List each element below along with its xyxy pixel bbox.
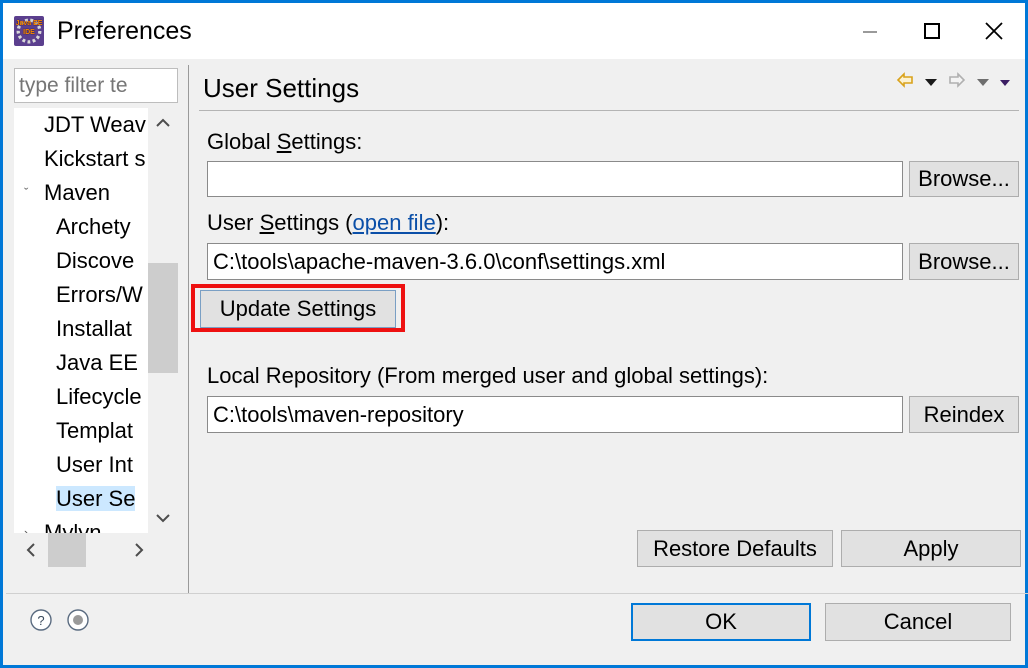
footer-separator xyxy=(6,593,1028,594)
sidebar-item-label: Maven xyxy=(44,180,111,205)
chevron-up-icon xyxy=(156,118,170,127)
global-settings-browse-button[interactable]: Browse... xyxy=(909,161,1019,197)
view-menu-icon[interactable] xyxy=(999,74,1011,92)
close-icon xyxy=(985,22,1003,40)
app-icon-label-line1: Java EE xyxy=(15,20,43,27)
maximize-icon xyxy=(924,23,940,39)
sidebar-item-label: JDT Weav xyxy=(44,112,146,137)
forward-arrow-icon[interactable] xyxy=(947,71,967,94)
sidebar-item-label: Discove xyxy=(56,248,135,273)
back-dropdown-icon[interactable] xyxy=(924,74,938,92)
help-question-icon[interactable]: ? xyxy=(29,608,53,637)
chevron-right-icon xyxy=(135,543,144,557)
local-repository-input[interactable]: C:\tools\maven-repository xyxy=(207,396,903,433)
user-settings-label-mid: ettings ( xyxy=(274,210,353,235)
window-controls xyxy=(839,3,1025,59)
sidebar-item-label: Templat xyxy=(56,418,134,443)
global-settings-label-post: ettings: xyxy=(291,129,363,154)
tray-circle-icon[interactable] xyxy=(66,608,90,637)
scroll-up-arrow[interactable] xyxy=(148,108,178,138)
ok-button[interactable]: OK xyxy=(631,603,811,641)
global-settings-input[interactable] xyxy=(207,161,903,197)
svg-text:?: ? xyxy=(37,613,44,628)
chevron-left-icon xyxy=(26,543,35,557)
tree-horizontal-scrollbar-thumb[interactable] xyxy=(48,533,86,567)
user-settings-label: User Settings (open file): xyxy=(207,210,449,236)
reindex-button[interactable]: Reindex xyxy=(909,396,1019,433)
app-icon-label-line2: IDE xyxy=(23,29,35,36)
preferences-dialog: Java EE IDE Preferences type filter te J… xyxy=(0,0,1028,668)
maximize-button[interactable] xyxy=(901,3,963,59)
local-repository-label: Local Repository (From merged user and g… xyxy=(207,363,769,388)
scroll-down-arrow[interactable] xyxy=(148,503,178,533)
window-title: Preferences xyxy=(57,16,192,45)
close-button[interactable] xyxy=(963,3,1025,59)
user-settings-input[interactable]: C:\tools\apache-maven-3.6.0\conf\setting… xyxy=(207,243,903,280)
user-settings-input-text: C:\tools\apache-maven-3.6.0\conf\setting… xyxy=(213,248,666,274)
tree-horizontal-scrollbar[interactable] xyxy=(14,533,178,567)
sidebar-item-label: Lifecycle xyxy=(56,384,142,409)
scroll-right-arrow[interactable] xyxy=(124,533,154,567)
open-file-link[interactable]: open file xyxy=(353,210,436,235)
filter-input[interactable]: type filter te xyxy=(14,68,178,103)
apply-button[interactable]: Apply xyxy=(841,530,1021,567)
title-separator xyxy=(199,110,1019,111)
minimize-button[interactable] xyxy=(839,3,901,59)
tree-vertical-scrollbar-thumb[interactable] xyxy=(148,263,178,373)
restore-defaults-button[interactable]: Restore Defaults xyxy=(637,530,833,567)
user-settings-browse-button[interactable]: Browse... xyxy=(909,243,1019,280)
sidebar-item-label: User Se xyxy=(56,486,136,511)
minimize-icon xyxy=(863,31,877,33)
global-settings-label-mnemonic: S xyxy=(276,129,292,154)
tree-twisty-icon[interactable]: ˇ xyxy=(24,176,40,210)
filter-input-text: type filter te xyxy=(19,73,128,97)
tree-twisty-icon[interactable]: › xyxy=(24,516,40,533)
user-settings-label-mnemonic: S xyxy=(259,210,275,235)
chevron-down-icon xyxy=(156,514,170,523)
global-settings-label: Global Settings: xyxy=(207,129,362,155)
eclipse-javaee-ide-icon: Java EE IDE xyxy=(14,16,44,46)
footer-icons: ? xyxy=(29,608,90,637)
sidebar-item-label: User Int xyxy=(56,452,134,477)
sidebar-item-label: Installat xyxy=(56,316,132,341)
forward-dropdown-icon[interactable] xyxy=(976,74,990,92)
sidebar-item-label: Kickstart s xyxy=(44,146,146,171)
back-arrow-icon[interactable] xyxy=(895,71,915,94)
panel-divider[interactable] xyxy=(188,65,189,593)
title-bar: Java EE IDE Preferences xyxy=(3,3,1025,59)
global-settings-label-pre: Global xyxy=(207,129,277,154)
scroll-left-arrow[interactable] xyxy=(16,533,46,567)
sidebar-item-label: Java EE xyxy=(56,350,138,375)
sidebar-item-label: Archety xyxy=(56,214,131,239)
user-settings-label-pre: User xyxy=(207,210,260,235)
page-title: User Settings xyxy=(203,73,360,103)
tree-vertical-scrollbar[interactable] xyxy=(148,108,178,533)
sidebar-item-label: Errors/W xyxy=(56,282,143,307)
cancel-button[interactable]: Cancel xyxy=(825,603,1011,641)
sidebar-item-label: Mylyn xyxy=(44,520,102,533)
local-repository-input-text: C:\tools\maven-repository xyxy=(213,401,464,427)
page-nav-icons xyxy=(895,71,1011,94)
user-settings-label-post: ): xyxy=(435,210,450,235)
update-settings-button[interactable]: Update Settings xyxy=(200,290,396,328)
